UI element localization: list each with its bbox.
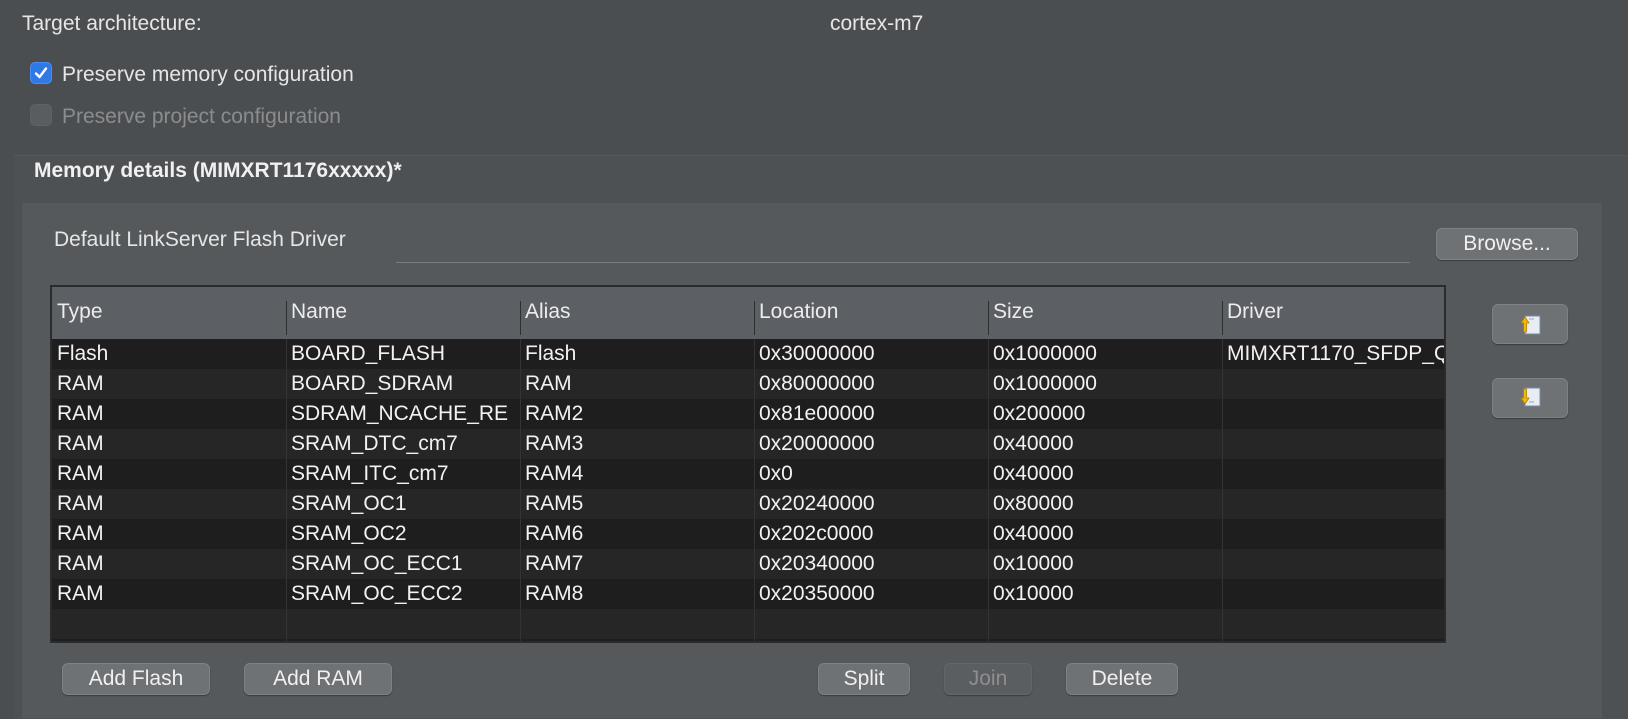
table-cell-driver[interactable] [1222, 369, 1444, 399]
memory-table[interactable]: Type Name Alias Location Size Driver Fla… [50, 285, 1446, 643]
table-cell-size[interactable]: 0x1000000 [988, 369, 1222, 399]
target-architecture-value: cortex-m7 [830, 12, 924, 35]
column-separator [1444, 301, 1445, 335]
table-cell-location[interactable]: 0x20350000 [754, 579, 988, 609]
table-cell-alias[interactable]: RAM [520, 369, 754, 399]
table-cell-location[interactable]: 0x20340000 [754, 549, 988, 579]
move-up-button[interactable] [1492, 304, 1568, 344]
move-down-button[interactable] [1492, 378, 1568, 418]
table-row[interactable]: Flash BOARD_FLASH Flash 0x30000000 0x1000000… [52, 339, 1444, 369]
table-cell-type[interactable]: RAM [52, 579, 286, 609]
table-row[interactable]: RAM SRAM_OC2 RAM6 0x202c0000 0x40000 [52, 519, 1444, 549]
target-architecture-label: Target architecture: [22, 12, 202, 35]
table-cell-alias[interactable]: RAM2 [520, 399, 754, 429]
table-row[interactable]: RAM SRAM_OC_ECC1 RAM7 0x20340000 0x10000 [52, 549, 1444, 579]
table-row[interactable]: RAM SRAM_OC_ECC2 RAM8 0x20350000 0x10000 [52, 579, 1444, 609]
table-cell-name[interactable]: SRAM_OC2 [286, 519, 520, 549]
table-cell-location[interactable]: 0x80000000 [754, 369, 988, 399]
table-cell-alias[interactable]: RAM7 [520, 549, 754, 579]
table-row[interactable]: RAM SDRAM_NCACHE_RE RAM2 0x81e00000 0x200000 [52, 399, 1444, 429]
join-button[interactable]: Join [944, 663, 1032, 695]
column-header-type[interactable]: Type [52, 287, 286, 339]
table-cell-location[interactable]: 0x30000000 [754, 339, 988, 369]
table-cell-size[interactable]: 0x10000 [988, 549, 1222, 579]
table-cell-driver[interactable] [1222, 399, 1444, 429]
delete-button[interactable]: Delete [1066, 663, 1178, 695]
table-cell-name[interactable]: SRAM_ITC_cm7 [286, 459, 520, 489]
table-cell-type[interactable]: RAM [52, 549, 286, 579]
column-header-driver[interactable]: Driver [1222, 287, 1444, 339]
table-row[interactable]: RAM BOARD_SDRAM RAM 0x80000000 0x1000000 [52, 369, 1444, 399]
column-line [988, 339, 989, 641]
column-header-alias[interactable]: Alias [520, 287, 754, 339]
table-cell-size[interactable]: 0x80000 [988, 489, 1222, 519]
table-cell-type[interactable]: RAM [52, 489, 286, 519]
table-cell-type[interactable]: RAM [52, 519, 286, 549]
column-line [754, 339, 755, 641]
table-cell-alias[interactable]: RAM6 [520, 519, 754, 549]
table-cell-name[interactable]: SDRAM_NCACHE_RE [286, 399, 520, 429]
checkmark-icon [34, 67, 48, 79]
move-down-icon [1520, 387, 1541, 407]
add-ram-button[interactable]: Add RAM [244, 663, 392, 695]
memory-details-title: Memory details (MIMXRT1176xxxxx)* [34, 159, 402, 182]
column-line [286, 339, 287, 641]
column-header-size[interactable]: Size [988, 287, 1222, 339]
table-cell-driver[interactable] [1222, 459, 1444, 489]
preserve-memory-checkbox[interactable] [30, 62, 52, 84]
table-row[interactable] [52, 609, 1444, 639]
flash-driver-input[interactable] [396, 230, 1410, 263]
table-cell-name[interactable]: BOARD_SDRAM [286, 369, 520, 399]
table-cell-alias[interactable]: RAM8 [520, 579, 754, 609]
table-cell-driver[interactable] [1222, 429, 1444, 459]
table-cell-type[interactable]: RAM [52, 429, 286, 459]
table-cell-location[interactable]: 0x202c0000 [754, 519, 988, 549]
table-cell-size[interactable]: 0x10000 [988, 579, 1222, 609]
table-cell-alias[interactable]: RAM3 [520, 429, 754, 459]
table-cell-size[interactable]: 0x40000 [988, 459, 1222, 489]
table-cell-type[interactable]: RAM [52, 459, 286, 489]
add-flash-button[interactable]: Add Flash [62, 663, 210, 695]
preserve-project-label: Preserve project configuration [62, 105, 341, 128]
table-cell-size[interactable]: 0x40000 [988, 429, 1222, 459]
table-cell-driver[interactable] [1222, 519, 1444, 549]
table-cell-alias[interactable]: RAM4 [520, 459, 754, 489]
table-cell-size[interactable]: 0x200000 [988, 399, 1222, 429]
table-row[interactable]: RAM SRAM_DTC_cm7 RAM3 0x20000000 0x40000 [52, 429, 1444, 459]
table-cell-name[interactable]: SRAM_DTC_cm7 [286, 429, 520, 459]
column-line [1222, 339, 1223, 641]
table-row[interactable]: RAM SRAM_ITC_cm7 RAM4 0x0 0x40000 [52, 459, 1444, 489]
table-cell-driver[interactable] [1222, 579, 1444, 609]
table-cell-alias[interactable]: Flash [520, 339, 754, 369]
table-cell-driver[interactable] [1222, 489, 1444, 519]
table-cell-size[interactable]: 0x1000000 [988, 339, 1222, 369]
column-line [520, 339, 521, 641]
preserve-project-checkbox[interactable] [30, 104, 52, 126]
table-cell-location[interactable]: 0x0 [754, 459, 988, 489]
move-up-icon [1520, 315, 1541, 335]
table-cell-type[interactable]: RAM [52, 369, 286, 399]
table-cell-size[interactable]: 0x40000 [988, 519, 1222, 549]
table-cell-alias[interactable]: RAM5 [520, 489, 754, 519]
table-cell-name[interactable]: SRAM_OC_ECC2 [286, 579, 520, 609]
table-cell-driver[interactable] [1222, 549, 1444, 579]
browse-button[interactable]: Browse... [1436, 228, 1578, 260]
split-button[interactable]: Split [818, 663, 910, 695]
table-cell-location[interactable]: 0x20240000 [754, 489, 988, 519]
table-cell-location[interactable]: 0x81e00000 [754, 399, 988, 429]
table-header: Type Name Alias Location Size Driver [52, 287, 1445, 340]
column-header-name[interactable]: Name [286, 287, 520, 339]
table-row[interactable]: RAM SRAM_OC1 RAM5 0x20240000 0x80000 [52, 489, 1444, 519]
table-cell-type[interactable]: Flash [52, 339, 286, 369]
table-cell-location[interactable]: 0x20000000 [754, 429, 988, 459]
table-cell-name[interactable]: BOARD_FLASH [286, 339, 520, 369]
table-cell-name[interactable]: SRAM_OC_ECC1 [286, 549, 520, 579]
flash-driver-label: Default LinkServer Flash Driver [54, 228, 346, 251]
column-header-location[interactable]: Location [754, 287, 988, 339]
preserve-memory-label[interactable]: Preserve memory configuration [62, 63, 354, 87]
table-cell-driver[interactable]: MIMXRT1170_SFDP_Q [1222, 339, 1444, 369]
table-cell-type[interactable]: RAM [52, 399, 286, 429]
table-cell-name[interactable]: SRAM_OC1 [286, 489, 520, 519]
